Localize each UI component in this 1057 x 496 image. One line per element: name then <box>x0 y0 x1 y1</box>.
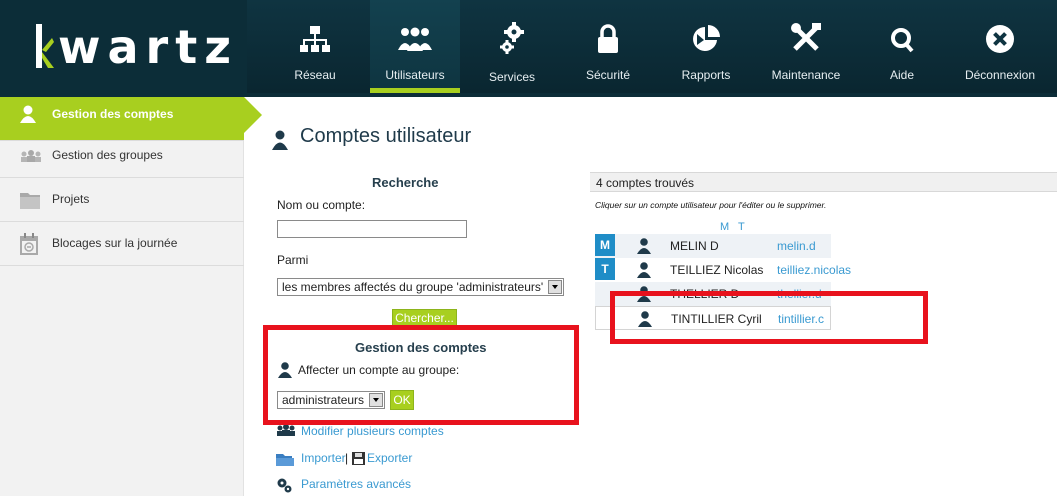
user-name: MELIN D <box>670 239 719 253</box>
save-disk-icon <box>352 452 365 465</box>
separator: | <box>345 451 349 465</box>
top-navigation-bar: wartz Réseau Utilisateurs Services Sécur… <box>0 0 1057 93</box>
gears-icon <box>277 478 292 493</box>
pie-chart-icon <box>693 25 720 51</box>
among-label: Parmi <box>277 253 309 267</box>
group-icon <box>277 424 295 436</box>
highlight-box <box>610 291 928 344</box>
among-group-select-value: les membres affectés du groupe 'administ… <box>282 280 544 294</box>
import-folder-icon <box>276 454 294 466</box>
among-group-select[interactable]: les membres affectés du groupe 'administ… <box>277 278 564 296</box>
user-login-link[interactable]: melin.d <box>777 239 816 253</box>
table-row[interactable]: T TEILLIEZ Nicolas teilliez.nicolas <box>595 258 851 282</box>
folder-icon <box>20 193 40 209</box>
logo-text: wartz <box>58 20 238 74</box>
lock-icon <box>598 24 618 53</box>
calendar-icon <box>20 233 38 255</box>
sidebar: Gestion des comptes Gestion des groupes … <box>0 97 262 496</box>
user-icon <box>20 105 36 123</box>
nav-label: Utilisateurs <box>385 68 445 82</box>
nav-securite[interactable]: Sécurité <box>578 0 638 93</box>
logo: wartz <box>0 0 247 93</box>
nav-label: Services <box>488 70 535 84</box>
results-hint: Cliquer sur un compte utilisateur pour l… <box>595 200 827 210</box>
nav-label: Réseau <box>294 68 336 82</box>
user-login-link[interactable]: teilliez.nicolas <box>777 263 851 277</box>
user-name: TEILLIEZ Nicolas <box>670 263 764 277</box>
advanced-settings-link[interactable]: Paramètres avancés <box>301 477 411 491</box>
name-or-account-input[interactable] <box>277 220 467 238</box>
nav-label: Sécurité <box>585 68 631 82</box>
user-icon <box>637 238 651 254</box>
sidebar-item-gestion-groupes[interactable]: Gestion des groupes <box>0 134 244 178</box>
name-field-label: Nom ou compte: <box>277 198 366 212</box>
sidebar-item-label: Blocages sur la journée <box>52 236 178 250</box>
letter-badge: M <box>595 234 615 256</box>
nav-aide[interactable]: Aide <box>872 0 932 93</box>
export-link[interactable]: Exporter <box>367 451 412 465</box>
modify-multiple-accounts-link[interactable]: Modifier plusieurs comptes <box>301 424 444 438</box>
nav-label: Maintenance <box>771 68 841 82</box>
search-icon <box>891 28 914 53</box>
sidebar-item-label: Gestion des comptes <box>52 107 174 121</box>
nav-label: Aide <box>889 68 915 82</box>
nav-label: Rapports <box>681 68 731 82</box>
page-title: Comptes utilisateur <box>300 125 472 147</box>
nav-services[interactable]: Services <box>482 0 542 93</box>
nav-deconnexion[interactable]: Déconnexion <box>955 0 1045 93</box>
results-count: 4 comptes trouvés <box>590 172 1057 192</box>
nav-label: Déconnexion <box>964 68 1036 82</box>
logo-k-mark <box>36 24 54 68</box>
close-circle-icon <box>986 25 1014 53</box>
user-icon <box>272 130 288 150</box>
letter-badge: T <box>595 258 615 280</box>
sidebar-item-projets[interactable]: Projets <box>0 178 244 222</box>
nav-utilisateurs[interactable]: Utilisateurs <box>370 0 460 93</box>
group-icon <box>21 150 41 162</box>
nav-reseau[interactable]: Réseau <box>285 0 345 93</box>
network-icon <box>300 26 330 52</box>
table-row[interactable]: M MELIN D melin.d <box>595 234 831 258</box>
user-icon <box>637 262 651 278</box>
users-icon <box>398 27 432 51</box>
sidebar-item-blocages[interactable]: Blocages sur la journée <box>0 222 244 266</box>
tools-icon <box>791 23 821 51</box>
sidebar-item-label: Projets <box>52 192 90 206</box>
chevron-down-icon <box>548 280 562 294</box>
active-arrow <box>244 97 262 133</box>
search-section-title: Recherche <box>372 175 439 190</box>
import-link[interactable]: Importer <box>301 451 346 465</box>
letter-index[interactable]: M T <box>720 221 748 233</box>
nav-maintenance[interactable]: Maintenance <box>762 0 850 93</box>
gears-icon <box>500 22 524 54</box>
highlight-box <box>263 325 579 425</box>
nav-rapports[interactable]: Rapports <box>676 0 736 93</box>
sidebar-item-label: Gestion des groupes <box>52 148 163 162</box>
